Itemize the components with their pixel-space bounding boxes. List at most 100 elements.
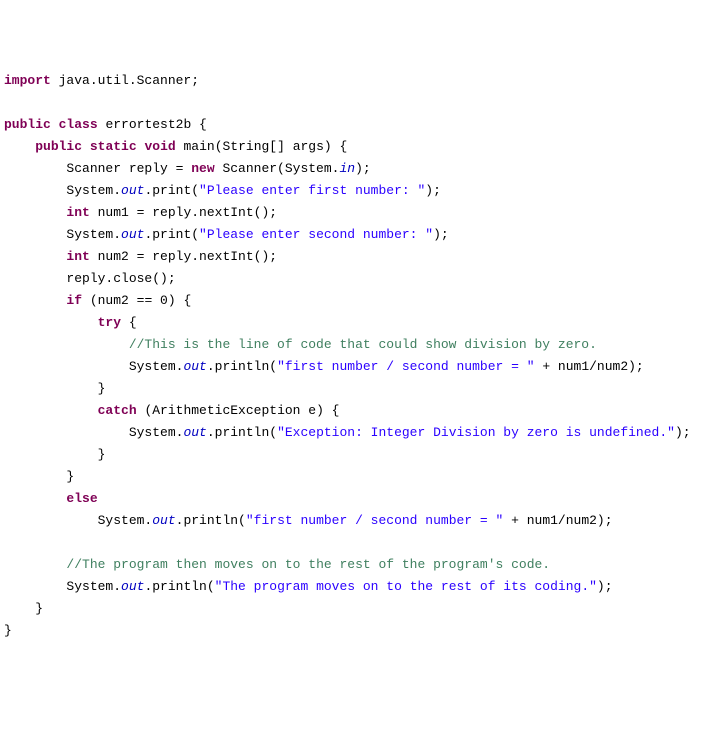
code-token: new — [191, 161, 214, 176]
code-token: out — [183, 425, 206, 440]
code-token — [51, 117, 59, 132]
code-line: System.out.println("first number / secon… — [4, 510, 703, 532]
code-line: } — [4, 620, 703, 642]
code-token: ); — [425, 183, 441, 198]
code-token: .print( — [144, 227, 199, 242]
code-token: out — [152, 513, 175, 528]
code-token: "first number / second number = " — [277, 359, 534, 374]
code-token — [4, 337, 129, 352]
code-token: "Please enter first number: " — [199, 183, 425, 198]
code-token: out — [121, 183, 144, 198]
code-token: out — [121, 579, 144, 594]
code-token — [4, 249, 66, 264]
code-line: else — [4, 488, 703, 510]
code-token: System. — [4, 425, 183, 440]
code-token: java.util.Scanner; — [51, 73, 199, 88]
code-line — [4, 92, 703, 114]
code-token — [4, 205, 66, 220]
code-token: out — [121, 227, 144, 242]
code-block: import java.util.Scanner; public class e… — [4, 70, 703, 642]
code-token: static — [90, 139, 137, 154]
code-token: ); — [597, 579, 613, 594]
code-token: .println( — [144, 579, 214, 594]
code-token: } — [4, 601, 43, 616]
code-token: ); — [433, 227, 449, 242]
code-token: ); — [355, 161, 371, 176]
code-line: } — [4, 378, 703, 400]
code-token: (num2 == 0) { — [82, 293, 191, 308]
code-token: try — [98, 315, 121, 330]
code-token: "The program moves on to the rest of its… — [215, 579, 597, 594]
code-token: out — [183, 359, 206, 374]
code-token: //This is the line of code that could sh… — [129, 337, 597, 352]
code-token — [82, 139, 90, 154]
code-token — [4, 293, 66, 308]
code-line: System.out.println("first number / secon… — [4, 356, 703, 378]
code-token: + num1/num2); — [535, 359, 644, 374]
code-line: } — [4, 466, 703, 488]
code-token: void — [144, 139, 175, 154]
code-token: int — [66, 205, 89, 220]
code-token: } — [4, 469, 74, 484]
code-token: .print( — [144, 183, 199, 198]
code-token: System. — [4, 513, 152, 528]
code-line: try { — [4, 312, 703, 334]
code-token: } — [4, 447, 105, 462]
code-line: //This is the line of code that could sh… — [4, 334, 703, 356]
code-token: if — [66, 293, 82, 308]
code-token: class — [59, 117, 98, 132]
code-line: //The program then moves on to the rest … — [4, 554, 703, 576]
code-token: "Please enter second number: " — [199, 227, 433, 242]
code-line: System.out.println("The program moves on… — [4, 576, 703, 598]
code-line: reply.close(); — [4, 268, 703, 290]
code-line: int num2 = reply.nextInt(); — [4, 246, 703, 268]
code-token: num1 = reply.nextInt(); — [90, 205, 277, 220]
code-token: else — [66, 491, 97, 506]
code-token: ); — [675, 425, 691, 440]
code-line: System.out.println("Exception: Integer D… — [4, 422, 703, 444]
code-token: "Exception: Integer Division by zero is … — [277, 425, 675, 440]
code-token: public — [4, 117, 51, 132]
code-token: } — [4, 623, 12, 638]
code-line — [4, 532, 703, 554]
code-token: System. — [4, 579, 121, 594]
code-line: Scanner reply = new Scanner(System.in); — [4, 158, 703, 180]
code-token: "first number / second number = " — [246, 513, 503, 528]
code-token: { — [121, 315, 137, 330]
code-token: num2 = reply.nextInt(); — [90, 249, 277, 264]
code-token: System. — [4, 183, 121, 198]
code-token: public — [35, 139, 82, 154]
code-token — [4, 315, 98, 330]
code-token: .println( — [207, 359, 277, 374]
code-token: Scanner reply = — [4, 161, 191, 176]
code-line: } — [4, 598, 703, 620]
code-token: Scanner(System. — [215, 161, 340, 176]
code-token: System. — [4, 359, 183, 374]
code-token: catch — [98, 403, 137, 418]
code-token — [4, 557, 66, 572]
code-line: if (num2 == 0) { — [4, 290, 703, 312]
code-line: public static void main(String[] args) { — [4, 136, 703, 158]
code-token: int — [66, 249, 89, 264]
code-token: import — [4, 73, 51, 88]
code-line: catch (ArithmeticException e) { — [4, 400, 703, 422]
code-line: } — [4, 444, 703, 466]
code-token: //The program then moves on to the rest … — [66, 557, 550, 572]
code-line: System.out.print("Please enter second nu… — [4, 224, 703, 246]
code-token: .println( — [176, 513, 246, 528]
code-token: (ArithmeticException e) { — [137, 403, 340, 418]
code-token: errortest2b { — [98, 117, 207, 132]
code-token: } — [4, 381, 105, 396]
code-token: in — [339, 161, 355, 176]
code-token — [4, 491, 66, 506]
code-token — [4, 403, 98, 418]
code-line: public class errortest2b { — [4, 114, 703, 136]
code-line: int num1 = reply.nextInt(); — [4, 202, 703, 224]
code-token: .println( — [207, 425, 277, 440]
code-line: import java.util.Scanner; — [4, 70, 703, 92]
code-token: main(String[] args) { — [176, 139, 348, 154]
code-token — [4, 139, 35, 154]
code-token: reply.close(); — [4, 271, 176, 286]
code-line: System.out.print("Please enter first num… — [4, 180, 703, 202]
code-token: + num1/num2); — [503, 513, 612, 528]
